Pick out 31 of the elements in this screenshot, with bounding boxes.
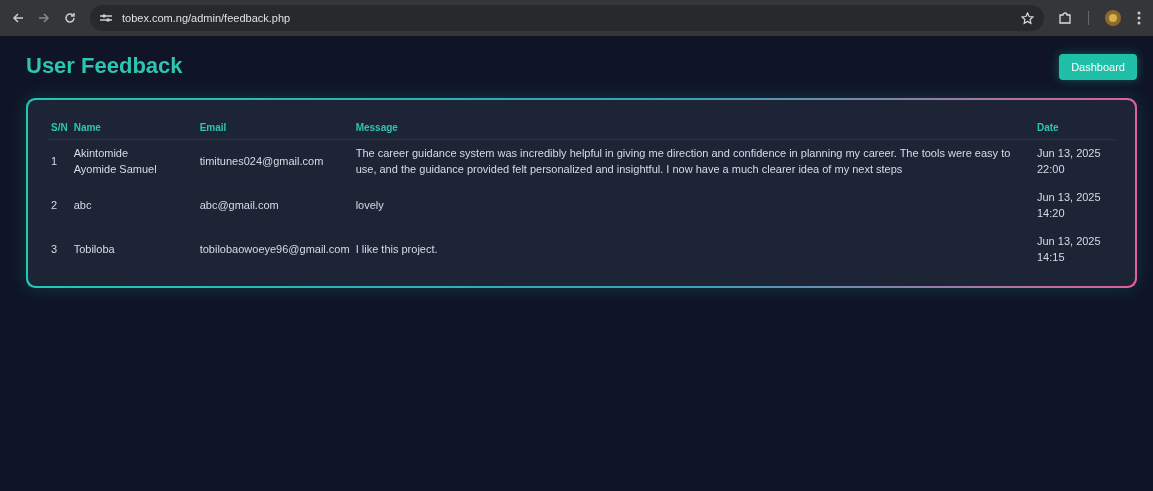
menu-icon[interactable] (1137, 11, 1141, 25)
table-cell-text: 3 (50, 241, 59, 257)
back-icon[interactable] (12, 12, 24, 24)
star-icon[interactable] (1021, 11, 1034, 25)
column-header: Date (1034, 114, 1115, 140)
page-title: User Feedback (26, 53, 183, 79)
table-cell-text: abc (72, 197, 93, 213)
table-cell-text: lovely (354, 197, 385, 213)
table-cell: Akintomide Ayomide Samuel (70, 139, 197, 184)
column-header: Message (352, 114, 1034, 140)
table-cell-text: tobilobaowoeye96@gmail.com (198, 241, 351, 257)
table-cell: Jun 13, 2025 22:00 (1034, 139, 1115, 184)
table-cell: timitunes024@gmail.com (196, 139, 353, 184)
table-cell-text: Tobiloba (72, 241, 116, 257)
table-cell: 1 (48, 139, 71, 184)
puzzle-icon[interactable] (1058, 11, 1072, 25)
url-text: tobex.com.ng/admin/feedback.php (122, 12, 291, 24)
site-settings-icon[interactable] (100, 13, 112, 23)
table-cell-text: abc@gmail.com (198, 197, 280, 213)
profile-avatar-icon[interactable] (1105, 10, 1121, 26)
table-cell: The career guidance system was incredibly helpful in giving me direction and confidence in planning my career. The tools were easy to use, and the guidance provided felt personalized and insightful. I now have a much clearer idea of my next steps (352, 139, 1034, 184)
table-cell-text: Jun 13, 2025 14:15 (1036, 233, 1102, 265)
address-bar[interactable]: tobex.com.ng/admin/feedback.php (90, 5, 1044, 31)
column-header: Name (70, 114, 197, 140)
column-header: S/N (48, 114, 71, 140)
column-header: Email (196, 114, 353, 140)
table-cell-text: I like this project. (354, 241, 439, 257)
table-cell-text: 2 (50, 197, 59, 213)
reload-icon[interactable] (64, 12, 76, 24)
forward-icon[interactable] (38, 12, 50, 24)
table-cell-text: Jun 13, 2025 14:20 (1036, 189, 1102, 221)
